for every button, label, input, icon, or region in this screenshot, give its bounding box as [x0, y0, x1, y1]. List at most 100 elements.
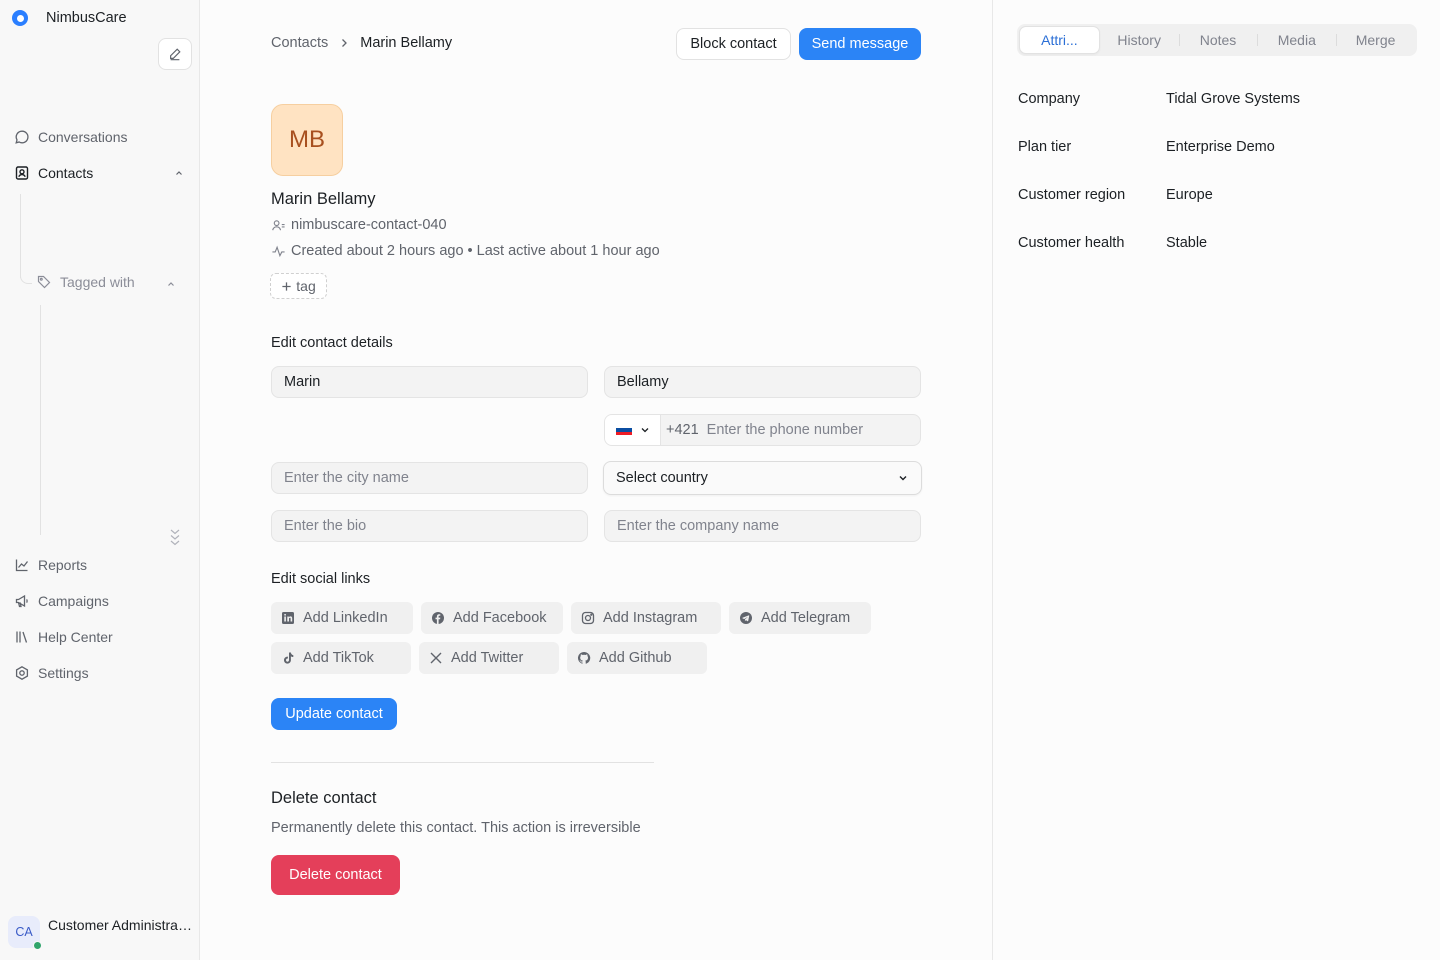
- delete-contact-button[interactable]: Delete contact: [271, 855, 400, 895]
- social-label: Add Github: [599, 650, 672, 666]
- block-contact-button[interactable]: Block contact: [676, 28, 791, 60]
- attribute-key: Plan tier: [1018, 139, 1072, 155]
- sidebar: NimbusCare Conversations Contacts Tagged…: [0, 0, 200, 960]
- compose-button[interactable]: [158, 38, 192, 70]
- last-name-field[interactable]: [604, 366, 921, 398]
- edit-details-title: Edit contact details: [271, 335, 393, 351]
- user-id-icon: [272, 219, 285, 230]
- user-name: Customer Administrator: [48, 917, 194, 933]
- chevron-up-icon[interactable]: [166, 279, 176, 289]
- slovakia-flag-icon: [615, 424, 632, 436]
- add-facebook-button[interactable]: Add Facebook: [421, 602, 563, 634]
- first-name-field[interactable]: [271, 366, 588, 398]
- attribute-key: Company: [1018, 91, 1081, 107]
- attribute-key: Customer region: [1018, 187, 1126, 203]
- sidebar-subitem-tagged-with[interactable]: Tagged with: [36, 274, 135, 290]
- attribute-row: Company Tidal Grove Systems: [1018, 91, 1300, 107]
- send-message-button[interactable]: Send message: [799, 28, 921, 60]
- avatar-initials: CA: [15, 925, 33, 939]
- tab-merge[interactable]: Merge: [1336, 26, 1415, 54]
- add-twitter-button[interactable]: Add Twitter: [419, 642, 559, 674]
- company-field[interactable]: [604, 510, 921, 542]
- telegram-icon: [740, 612, 752, 624]
- tree-branch: [20, 272, 32, 284]
- gear-icon: [15, 666, 29, 680]
- add-tag-button[interactable]: tag: [270, 273, 327, 299]
- main-content: Contacts Marin Bellamy Block contact Sen…: [200, 0, 992, 960]
- sidebar-item-settings[interactable]: Settings: [14, 663, 89, 683]
- facebook-icon: [432, 612, 444, 624]
- tab-media[interactable]: Media: [1257, 26, 1336, 54]
- contact-name: Marin Bellamy: [271, 190, 376, 208]
- add-github-button[interactable]: Add Github: [567, 642, 707, 674]
- delete-contact-description: Permanently delete this contact. This ac…: [271, 820, 641, 836]
- add-linkedin-button[interactable]: Add LinkedIn: [271, 602, 413, 634]
- breadcrumb: Contacts Marin Bellamy: [271, 35, 452, 51]
- sidebar-item-reports[interactable]: Reports: [14, 555, 87, 575]
- activity-icon: [272, 245, 285, 257]
- tree-line: [20, 194, 21, 278]
- x-twitter-icon: [430, 652, 442, 664]
- chevron-right-icon: [342, 39, 348, 47]
- phone-number-input[interactable]: [698, 415, 920, 445]
- chevron-down-icon: [899, 476, 907, 481]
- add-telegram-button[interactable]: Add Telegram: [729, 602, 871, 634]
- country-code-dropdown[interactable]: [605, 415, 661, 445]
- library-icon: [16, 631, 28, 643]
- megaphone-icon: [15, 594, 28, 608]
- brand-logo-icon: [12, 10, 28, 26]
- add-tiktok-button[interactable]: Add TikTok: [271, 642, 411, 674]
- chevrons-down-icon[interactable]: [168, 527, 182, 547]
- tab-notes[interactable]: Notes: [1178, 26, 1258, 54]
- country-select[interactable]: Select country: [603, 461, 922, 495]
- sidebar-item-label: Contacts: [38, 165, 94, 181]
- avatar: CA: [8, 916, 42, 950]
- online-status-dot: [33, 941, 42, 950]
- panel-tabs: Attri... History Notes Media Merge: [1017, 24, 1417, 56]
- contact-identifier-row: nimbuscare-contact-040: [271, 217, 447, 233]
- sidebar-item-contacts[interactable]: Contacts: [14, 163, 93, 183]
- delete-contact-title: Delete contact: [271, 789, 377, 807]
- sidebar-item-help-center[interactable]: Help Center: [14, 627, 113, 647]
- contact-identifier: nimbuscare-contact-040: [291, 217, 447, 233]
- attribute-value: Enterprise Demo: [1166, 139, 1275, 155]
- breadcrumb-contacts-link[interactable]: Contacts: [271, 35, 328, 51]
- brand-name: NimbusCare: [46, 10, 127, 26]
- update-contact-button[interactable]: Update contact: [271, 698, 397, 730]
- attribute-row: Customer region Europe: [1018, 187, 1213, 203]
- contact-activity-row: Created about 2 hours ago • Last active …: [271, 243, 660, 259]
- city-field[interactable]: [271, 462, 588, 494]
- linkedin-icon: [282, 612, 294, 624]
- tiktok-icon: [284, 652, 294, 664]
- social-links-title: Edit social links: [271, 571, 371, 587]
- breadcrumb-current: Marin Bellamy: [360, 35, 453, 51]
- sidebar-item-label: Campaigns: [38, 593, 109, 609]
- phone-dial-code: +421: [666, 422, 699, 438]
- attribute-value: Stable: [1166, 235, 1208, 251]
- add-instagram-button[interactable]: Add Instagram: [571, 602, 721, 634]
- github-icon: [577, 651, 591, 664]
- sidebar-item-campaigns[interactable]: Campaigns: [14, 591, 109, 611]
- phone-field: +421: [604, 414, 921, 446]
- line-chart-icon: [15, 559, 29, 572]
- chevron-up-icon[interactable]: [174, 168, 184, 178]
- social-label: Add Telegram: [761, 610, 851, 626]
- country-select-value: Select country: [616, 470, 708, 486]
- chat-bubble-icon: [15, 130, 29, 144]
- social-label: Add Instagram: [603, 610, 698, 626]
- tab-attributes[interactable]: Attri...: [1019, 26, 1100, 54]
- attribute-value: Europe: [1166, 187, 1213, 203]
- tab-history[interactable]: History: [1100, 26, 1179, 54]
- social-label: Add LinkedIn: [303, 610, 388, 626]
- sidebar-item-label: Conversations: [38, 129, 128, 145]
- contact-side-panel: Attri... History Notes Media Merge Compa…: [992, 0, 1440, 960]
- section-divider: [271, 762, 654, 763]
- social-label: Add Facebook: [453, 610, 547, 626]
- bio-field[interactable]: [271, 510, 588, 542]
- sidebar-subitem-label: Tagged with: [60, 274, 135, 290]
- user-profile[interactable]: CA Customer Administrator: [8, 916, 194, 950]
- tree-line: [40, 305, 41, 535]
- sidebar-item-conversations[interactable]: Conversations: [14, 127, 128, 147]
- pencil-icon: [170, 48, 181, 61]
- brand[interactable]: NimbusCare: [12, 8, 127, 28]
